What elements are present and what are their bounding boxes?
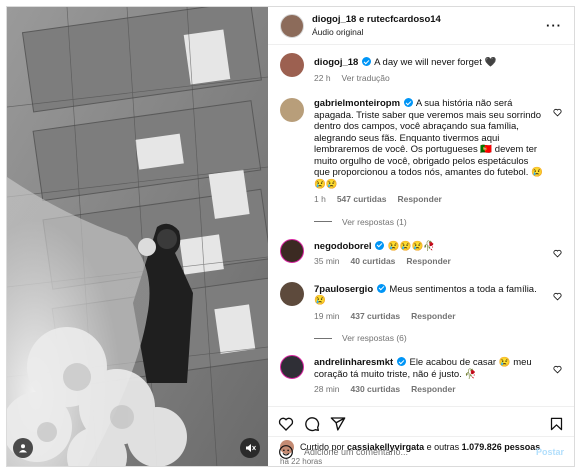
caption-text: A day we will never forget 🖤	[374, 57, 497, 68]
comments-list: diogoj_18 A day we will never forget 🖤 2…	[268, 45, 574, 406]
post-button[interactable]: Postar	[536, 447, 564, 457]
comment-time[interactable]: 19 min	[314, 311, 340, 323]
more-options-button[interactable]: ···	[546, 18, 562, 33]
comment-text: A sua história não será apagada. Triste …	[314, 98, 543, 190]
comment-time[interactable]: 28 min	[314, 384, 340, 396]
comment-item: andrelinharesmkt Ele acabou de casar 😢 m…	[280, 355, 562, 396]
comment-icon[interactable]	[304, 416, 320, 432]
comment-item: negodoborel 😢😢😢🥀 35 min 40 curtidas Resp…	[280, 238, 562, 268]
verified-badge-icon	[403, 98, 413, 107]
caption-user[interactable]: diogoj_18	[314, 57, 358, 68]
verified-badge-icon	[375, 240, 385, 250]
verified-badge-icon	[376, 283, 386, 293]
comment-item: 7paulosergio Meus sentimentos a toda a f…	[280, 281, 562, 323]
tagged-users-button[interactable]	[13, 438, 33, 458]
wedding-photo	[7, 7, 268, 466]
post-side-panel: diogoj_18 e rutecfcardoso14 Áudio origin…	[268, 7, 574, 466]
avatar[interactable]	[280, 98, 304, 122]
post-dialog: diogoj_18 e rutecfcardoso14 Áudio origin…	[6, 6, 575, 467]
post-video[interactable]	[7, 7, 268, 466]
muted-speaker-icon	[245, 444, 256, 452]
share-icon[interactable]	[330, 416, 346, 432]
caption: diogoj_18 A day we will never forget 🖤 2…	[280, 53, 562, 84]
comment-user[interactable]: 7paulosergio	[314, 284, 373, 295]
verified-badge-icon	[361, 57, 371, 66]
comment-user[interactable]: negodoborel	[314, 241, 372, 252]
bookmark-icon[interactable]	[549, 416, 564, 432]
mute-button[interactable]	[240, 438, 260, 458]
avatar[interactable]	[280, 238, 304, 263]
avatar[interactable]	[280, 13, 304, 38]
comment-time[interactable]: 35 min	[314, 256, 340, 268]
heart-icon[interactable]	[278, 416, 294, 432]
post-author[interactable]: diogoj_18 e rutecfcardoso14	[312, 14, 546, 26]
heart-icon[interactable]	[553, 292, 562, 301]
comment-composer: Postar	[268, 436, 574, 466]
caption-time[interactable]: 22 h	[314, 73, 331, 85]
avatar[interactable]	[280, 281, 304, 306]
reply-button[interactable]: Responder	[411, 311, 455, 323]
heart-icon[interactable]	[553, 249, 562, 258]
reply-button[interactable]: Responder	[406, 256, 450, 268]
audio-label[interactable]: Áudio original	[312, 26, 546, 38]
comment-likes[interactable]: 40 curtidas	[351, 256, 396, 268]
post-header: diogoj_18 e rutecfcardoso14 Áudio origin…	[268, 7, 574, 45]
translate-link[interactable]: Ver tradução	[342, 73, 390, 85]
comment-likes[interactable]: 437 curtidas	[351, 311, 401, 323]
user-tag-icon	[19, 444, 27, 453]
reply-button[interactable]: Responder	[411, 384, 455, 396]
heart-icon[interactable]	[553, 108, 562, 117]
view-replies-button[interactable]: Ver respostas (6)	[314, 333, 562, 343]
comment-item: gabrielmonteiropm A sua história não ser…	[280, 98, 562, 206]
emoji-icon[interactable]	[278, 444, 294, 460]
comment-likes[interactable]: 547 curtidas	[337, 194, 387, 206]
avatar[interactable]	[280, 53, 304, 77]
verified-badge-icon	[396, 357, 406, 366]
post-actions	[268, 406, 574, 440]
reply-button[interactable]: Responder	[397, 194, 441, 206]
comment-user[interactable]: gabrielmonteiropm	[314, 98, 400, 109]
comment-user[interactable]: andrelinharesmkt	[314, 357, 393, 368]
comment-likes[interactable]: 430 curtidas	[351, 384, 401, 396]
comment-time[interactable]: 1 h	[314, 194, 326, 206]
view-replies-button[interactable]: Ver respostas (1)	[314, 217, 562, 227]
comment-text: 😢😢😢🥀	[387, 240, 436, 252]
comment-input[interactable]	[304, 446, 536, 457]
heart-icon[interactable]	[553, 365, 562, 374]
avatar[interactable]	[280, 355, 304, 379]
